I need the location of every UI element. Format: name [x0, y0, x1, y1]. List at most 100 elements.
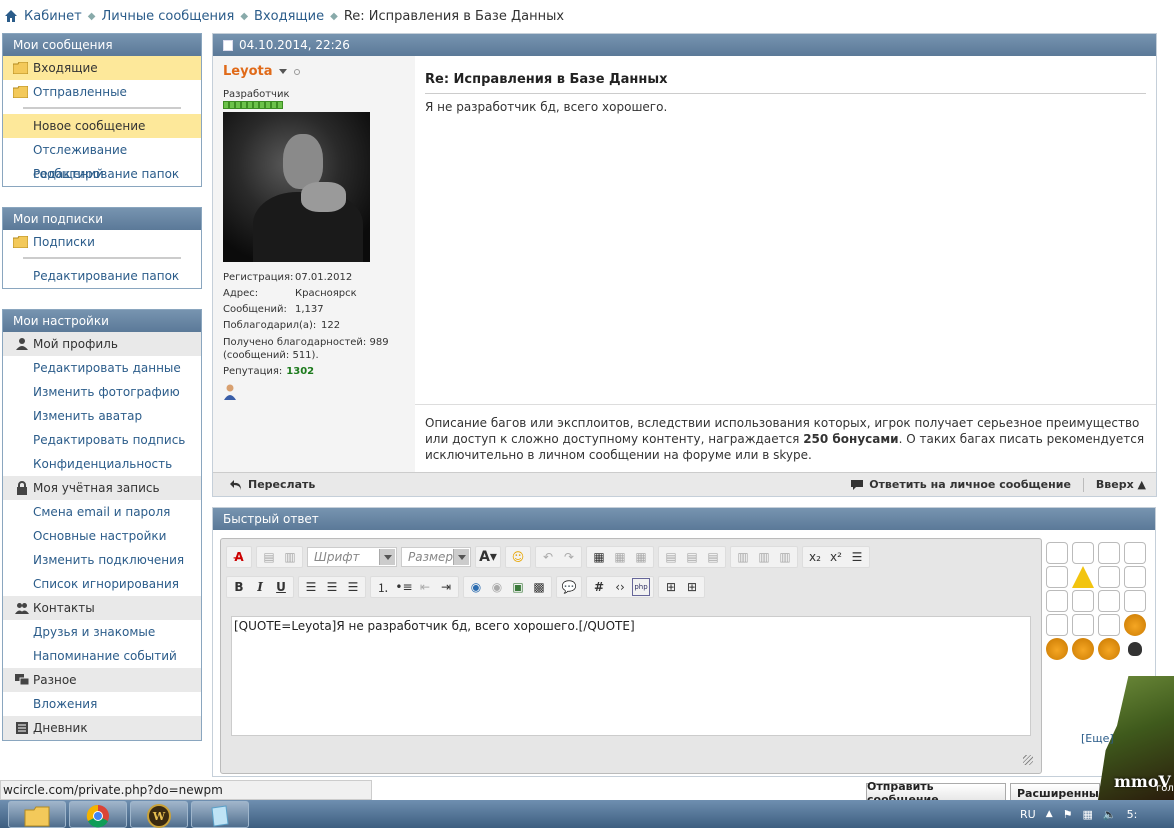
taskbar-explorer[interactable] [8, 801, 66, 828]
delete-col-icon[interactable]: ▥ [776, 548, 794, 566]
sidebar-item-email-pass[interactable]: Смена email и пароля [3, 500, 201, 524]
taskbar-notepad[interactable] [191, 801, 249, 828]
insert-col-after-icon[interactable]: ▥ [755, 548, 773, 566]
insert-row-below-icon[interactable]: ▤ [683, 548, 701, 566]
smiley-meme-icon[interactable] [1124, 566, 1146, 588]
sidebar-item-friends[interactable]: Друзья и знакомые [3, 620, 201, 644]
align-right-icon[interactable]: ☰ [344, 578, 362, 596]
insert-col-before-icon[interactable]: ▥ [734, 548, 752, 566]
volume-icon[interactable]: 🔈 [1103, 808, 1117, 821]
superscript-icon[interactable]: x² [827, 548, 845, 566]
chevron-up-icon[interactable]: ▲ [1046, 809, 1053, 819]
smiley-meme-icon[interactable] [1098, 542, 1120, 564]
home-icon[interactable] [4, 9, 18, 23]
sidebar-item-diary[interactable]: Дневник [3, 716, 201, 740]
delete-row-icon[interactable]: ▤ [704, 548, 722, 566]
sidebar-item-subscriptions[interactable]: Подписки [3, 230, 201, 254]
smiley-meme-icon[interactable] [1072, 590, 1094, 612]
text-color-icon[interactable]: A▾ [479, 548, 497, 566]
quote-icon[interactable]: 💬 [560, 578, 578, 596]
network-icon[interactable]: ▦ [1083, 808, 1093, 821]
table-props-icon[interactable]: ▦ [611, 548, 629, 566]
horizontal-rule-icon[interactable]: ☰ [848, 548, 866, 566]
sidebar-item-edit-data[interactable]: Редактировать данные [3, 356, 201, 380]
smiley-meme-icon[interactable] [1046, 614, 1068, 636]
breadcrumb-messages[interactable]: Личные сообщения [101, 9, 234, 24]
sidebar-item-attachments[interactable]: Вложения [3, 692, 201, 716]
chevron-down-icon[interactable] [278, 69, 287, 74]
smiley-meme-icon[interactable] [1124, 542, 1146, 564]
sidebar-item-edit-signature[interactable]: Редактировать подпись [3, 428, 201, 452]
language-indicator[interactable]: RU [1020, 808, 1036, 821]
smiley-meme-icon[interactable] [1072, 614, 1094, 636]
indent-icon[interactable]: ⇥ [437, 578, 455, 596]
video-icon[interactable]: ▩ [530, 578, 548, 596]
font-select[interactable]: Шрифт [307, 547, 397, 567]
link-icon[interactable]: ◉ [467, 578, 485, 596]
sidebar-item-connections[interactable]: Изменить подключения [3, 548, 201, 572]
smiley-meme-icon[interactable] [1046, 542, 1068, 564]
table-icon[interactable]: ▦ [590, 548, 608, 566]
more-options-icon[interactable]: ⊞ [683, 578, 701, 596]
smiley-pumpkin-icon[interactable] [1072, 638, 1094, 660]
bold-icon[interactable]: B [230, 578, 248, 596]
smiley-meme-icon[interactable] [1098, 614, 1120, 636]
smiley-meme-icon[interactable] [1098, 566, 1120, 588]
table-cell-icon[interactable]: ▦ [632, 548, 650, 566]
taskbar-wow[interactable]: W [130, 801, 188, 828]
expand-icon[interactable]: ⊞ [662, 578, 680, 596]
code-icon[interactable]: ‹› [611, 578, 629, 596]
sidebar-item-inbox[interactable]: Входящие [3, 56, 201, 80]
image-icon[interactable]: ▣ [509, 578, 527, 596]
insert-row-above-icon[interactable]: ▤ [662, 548, 680, 566]
unlink-icon[interactable]: ◉ [488, 578, 506, 596]
italic-icon[interactable]: I [251, 578, 269, 596]
user-profile-icon[interactable] [223, 384, 237, 400]
sidebar-item-ignore[interactable]: Список игнорирования [3, 572, 201, 596]
align-center-icon[interactable]: ☰ [323, 578, 341, 596]
more-smilies-link[interactable]: [Еще] [1081, 732, 1114, 745]
smiley-pumpkin-icon[interactable] [1098, 638, 1120, 660]
sidebar-item-change-photo[interactable]: Изменить фотографию [3, 380, 201, 404]
sidebar-item-reminders[interactable]: Напоминание событий [3, 644, 201, 668]
underline-icon[interactable]: U [272, 578, 290, 596]
sidebar-item-sub-edit-folders[interactable]: Редактирование папок [3, 264, 201, 288]
bullet-list-icon[interactable]: •≡ [395, 578, 413, 596]
smiley-pumpkin-icon[interactable] [1046, 638, 1068, 660]
sidebar-item-tracking[interactable]: Отслеживание сообщений [3, 138, 201, 181]
size-select[interactable]: Размер [401, 547, 471, 567]
breadcrumb-inbox[interactable]: Входящие [254, 9, 324, 24]
flag-icon[interactable]: ⚑ [1063, 808, 1073, 821]
remove-format-icon[interactable]: A̶ [230, 548, 248, 566]
ordered-list-icon[interactable]: ⒈ [374, 578, 392, 596]
message-textarea[interactable]: [QUOTE=Leyota]Я не разработчик бд, всего… [231, 616, 1031, 736]
sidebar-item-change-avatar[interactable]: Изменить аватар [3, 404, 201, 428]
game-banner[interactable]: [Еще] mmoV голо [1081, 676, 1174, 800]
redo-icon[interactable]: ↷ [560, 548, 578, 566]
breadcrumb-cabinet[interactable]: Кабинет [24, 9, 82, 24]
smiley-hat-icon[interactable] [1128, 642, 1142, 656]
avatar[interactable] [223, 112, 370, 262]
undo-icon[interactable]: ↶ [539, 548, 557, 566]
top-button[interactable]: Вверх ▲ [1096, 478, 1146, 491]
paste-text-icon[interactable]: ▥ [281, 548, 299, 566]
paste-icon[interactable]: ▤ [260, 548, 278, 566]
sidebar-item-edit-folders[interactable]: Редактирование папок [3, 162, 201, 186]
sidebar-item-sent[interactable]: Отправленные [3, 80, 201, 104]
subscript-icon[interactable]: x₂ [806, 548, 824, 566]
username-link[interactable]: Leyota [223, 64, 273, 79]
sidebar-item-new-message[interactable]: Новое сообщение [3, 114, 201, 138]
smiley-warning-icon[interactable] [1072, 566, 1094, 588]
hashtag-icon[interactable]: # [590, 578, 608, 596]
sidebar-item-privacy[interactable]: Конфиденциальность [3, 452, 201, 476]
php-icon[interactable]: php [632, 578, 650, 596]
reply-button[interactable]: Ответить на личное сообщение [869, 478, 1071, 491]
smiley-meme-icon[interactable] [1098, 590, 1120, 612]
clock[interactable]: 5: [1127, 808, 1138, 821]
smiley-meme-icon[interactable] [1046, 566, 1068, 588]
smiley-meme-icon[interactable] [1046, 590, 1068, 612]
outdent-icon[interactable]: ⇤ [416, 578, 434, 596]
forward-button[interactable]: Переслать [229, 478, 315, 491]
smiley-meme-icon[interactable] [1124, 590, 1146, 612]
smiley-pumpkin-icon[interactable] [1124, 614, 1146, 636]
